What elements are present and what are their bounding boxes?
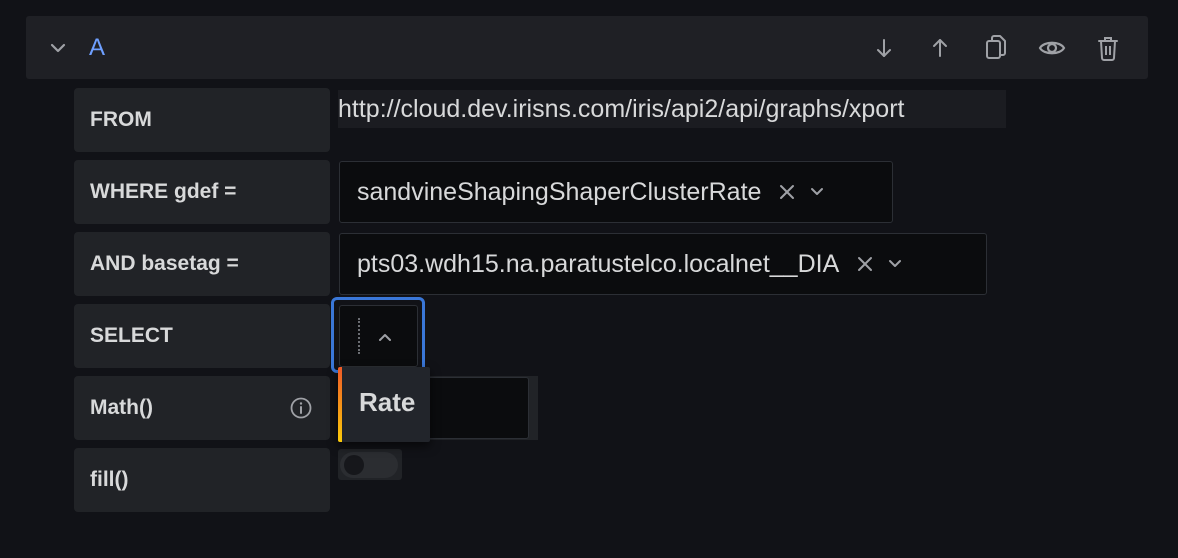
- arrow-up-icon[interactable]: [924, 32, 956, 64]
- basetag-label-text: AND basetag =: [90, 252, 239, 275]
- arrow-down-icon[interactable]: [868, 32, 900, 64]
- query-name[interactable]: A: [89, 31, 105, 65]
- gdef-select[interactable]: sandvineShapingShaperClusterRate: [339, 161, 893, 223]
- dropdown-option-rate[interactable]: Rate: [359, 387, 415, 418]
- basetag-select-value: pts03.wdh15.na.paratustelco.localnet__DI…: [357, 249, 840, 278]
- chevron-down-icon[interactable]: [883, 252, 907, 276]
- info-icon[interactable]: [290, 397, 312, 419]
- select-field-select[interactable]: [339, 305, 418, 367]
- eye-icon[interactable]: [1036, 32, 1068, 64]
- select-label-text: SELECT: [90, 324, 173, 347]
- duplicate-icon[interactable]: [980, 32, 1012, 64]
- from-label-text: FROM: [90, 108, 152, 131]
- toggle-knob: [344, 455, 364, 475]
- basetag-label: AND basetag =: [74, 232, 330, 296]
- clear-icon[interactable]: [853, 252, 877, 276]
- text-cursor: [358, 318, 362, 354]
- gdef-select-value: sandvineShapingShaperClusterRate: [357, 177, 762, 206]
- math-label: Math(): [74, 376, 330, 440]
- fill-toggle[interactable]: [338, 449, 402, 480]
- select-dropdown-menu: Rate: [338, 367, 430, 442]
- math-label-text: Math(): [90, 396, 153, 419]
- chevron-down-icon[interactable]: [46, 36, 70, 60]
- chevron-up-icon[interactable]: [373, 325, 397, 349]
- fill-label-text: fill(): [90, 468, 129, 491]
- where-label: WHERE gdef =: [74, 160, 330, 224]
- clear-icon[interactable]: [775, 180, 799, 204]
- option-highlight-bar: [338, 367, 342, 442]
- trash-icon[interactable]: [1092, 32, 1124, 64]
- toggle-track: [340, 452, 398, 478]
- math-input[interactable]: [421, 377, 529, 439]
- fill-label: fill(): [74, 448, 330, 512]
- query-editor: A FROM http://cloud.dev.irisns.com/iris/…: [0, 0, 1178, 558]
- from-url[interactable]: http://cloud.dev.irisns.com/iris/api2/ap…: [338, 90, 1006, 128]
- chevron-down-icon[interactable]: [805, 180, 829, 204]
- from-label: FROM: [74, 88, 330, 152]
- select-label: SELECT: [74, 304, 330, 368]
- where-label-text: WHERE gdef =: [90, 180, 237, 203]
- basetag-select[interactable]: pts03.wdh15.na.paratustelco.localnet__DI…: [339, 233, 987, 295]
